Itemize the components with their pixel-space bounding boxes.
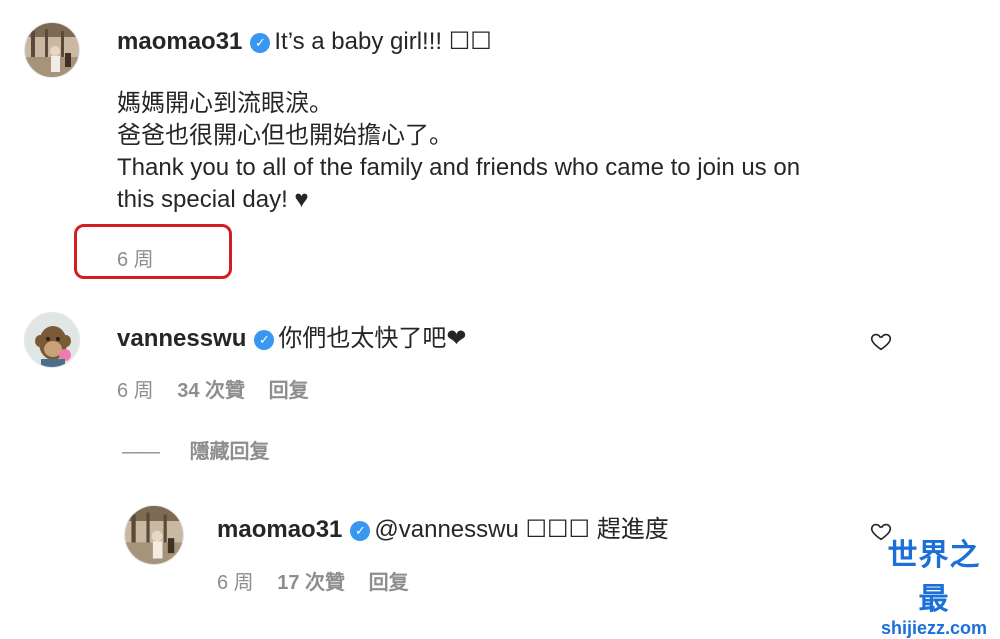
post-body-line: this special day! ♥: [117, 186, 309, 213]
heart-icon[interactable]: [870, 330, 892, 352]
post-body: 媽媽開心到流眼淚。 爸爸也很開心但也開始擔心了。 Thank you to al…: [117, 88, 800, 216]
reply-avatar[interactable]: [124, 505, 184, 565]
hide-replies-line: ——: [122, 441, 160, 463]
post-username[interactable]: maomao31: [117, 28, 242, 55]
reply-username[interactable]: maomao31: [217, 516, 342, 543]
watermark-title: 世界之最: [887, 539, 981, 616]
post-body-line: 爸爸也很開心但也開始擔心了。: [117, 122, 453, 149]
watermark-url: shijiezz.com: [880, 618, 988, 638]
hide-replies-label[interactable]: 隱藏回复: [190, 441, 270, 463]
comment-avatar[interactable]: [24, 312, 80, 368]
post-body-line: 媽媽開心到流眼淚。: [117, 90, 333, 117]
hide-replies-toggle[interactable]: —— 隱藏回复: [122, 435, 270, 464]
comment-reply-button[interactable]: 回复: [269, 380, 309, 402]
comment-likes[interactable]: 34 次贊: [177, 380, 245, 402]
comment-text: 你們也太快了吧❤: [278, 325, 467, 352]
post-caption-first: It’s a baby girl!!! ☐☐: [274, 28, 492, 55]
post-body-line: Thank you to all of the family and frien…: [117, 154, 801, 181]
comment-username[interactable]: vannesswu: [117, 325, 246, 352]
verified-badge-icon: ✓: [250, 33, 271, 53]
verified-badge-icon: ✓: [350, 521, 371, 541]
post-time[interactable]: 6 周: [117, 243, 154, 272]
post-avatar[interactable]: [24, 22, 80, 78]
watermark: 世界之最 shijiezz.com: [873, 530, 995, 639]
comment-time[interactable]: 6 周: [117, 380, 154, 402]
reply-text: @vannesswu ☐☐☐ 趕進度: [374, 516, 669, 543]
verified-badge-icon: ✓: [254, 330, 275, 350]
